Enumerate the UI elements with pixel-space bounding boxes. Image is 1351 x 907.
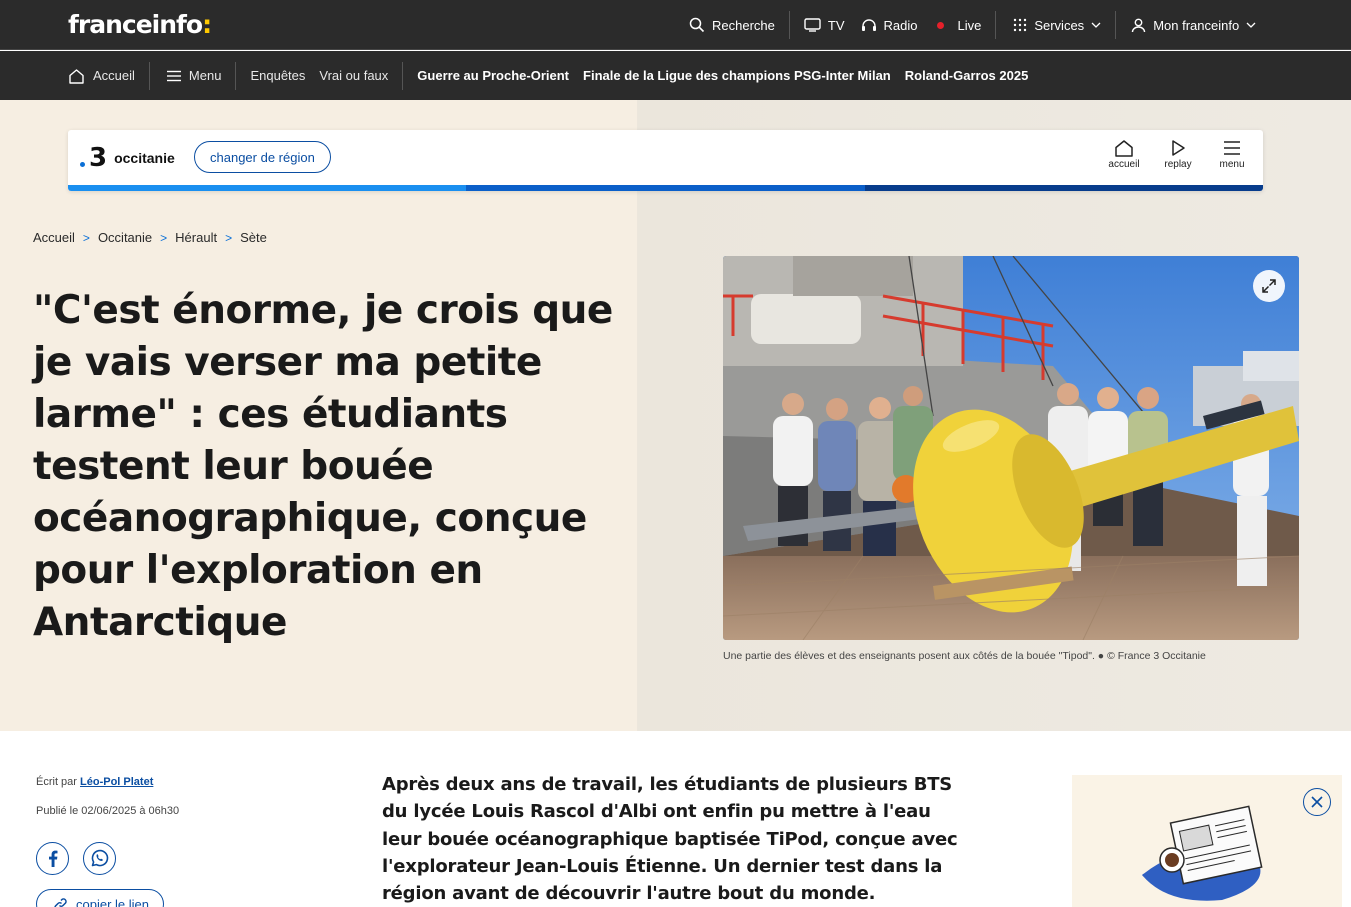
breadcrumb-item[interactable]: Occitanie	[98, 230, 152, 245]
newsletter-promo[interactable]	[1072, 775, 1342, 907]
chevron-right-icon: >	[82, 230, 90, 245]
photo-caption: Une partie des élèves et des enseignants…	[723, 650, 1206, 662]
facebook-share-button[interactable]	[36, 842, 69, 875]
region-home-button[interactable]: accueil	[1107, 139, 1141, 170]
region-actions: accueil replay menu	[1107, 139, 1249, 170]
chevron-right-icon: >	[225, 230, 233, 245]
franceinfo-logo[interactable]: franceinfo:	[68, 10, 212, 39]
home-icon	[1115, 140, 1133, 157]
fact-check-link[interactable]: Vrai ou faux	[312, 68, 402, 83]
region-home-label: accueil	[1108, 159, 1140, 170]
whatsapp-share-button[interactable]	[83, 842, 116, 875]
breadcrumb-item[interactable]: Accueil	[33, 230, 75, 245]
close-icon	[1311, 796, 1323, 808]
written-by-label: Écrit par	[36, 776, 77, 788]
search-button[interactable]: Recherche	[675, 11, 789, 39]
grid-icon	[1014, 18, 1027, 32]
region-menu-label: menu	[1219, 159, 1245, 170]
article-photo[interactable]	[723, 256, 1299, 640]
top-nav: Recherche TV Radio Live Services Mon fra…	[675, 0, 1270, 50]
live-link[interactable]: Live	[925, 11, 995, 39]
copy-link-button[interactable]: copier le lien	[36, 889, 164, 907]
menu-label: Menu	[188, 68, 222, 83]
whatsapp-icon	[91, 849, 109, 867]
breadcrumb-item[interactable]: Sète	[240, 230, 267, 245]
live-dot-icon	[937, 21, 945, 29]
expand-photo-button[interactable]	[1253, 270, 1285, 302]
article-hero: 3 occitanie changer de région accueil re…	[0, 100, 1351, 731]
radio-link[interactable]: Radio	[853, 11, 926, 39]
replay-button[interactable]: replay	[1161, 139, 1195, 170]
share-buttons	[36, 842, 116, 875]
tv-icon	[804, 18, 821, 32]
newspaper-illustration	[1142, 805, 1263, 901]
top-header: franceinfo: Recherche TV Radio Live Serv…	[0, 0, 1351, 50]
tv-label: TV	[827, 17, 845, 33]
home-link[interactable]: Accueil	[0, 68, 149, 84]
publish-date: Publié le 02/06/2025 à 06h30	[36, 805, 180, 817]
channel-number: 3	[89, 143, 108, 173]
home-label: Accueil	[93, 68, 135, 83]
breadcrumb: Accueil > Occitanie > Hérault > Sète	[33, 230, 267, 245]
investigations-link[interactable]: Enquêtes	[236, 68, 312, 83]
topic-link[interactable]: Finale de la Ligue des champions PSG-Int…	[576, 68, 898, 83]
services-label: Services	[1034, 17, 1085, 33]
account-menu[interactable]: Mon franceinfo	[1116, 11, 1270, 39]
close-promo-button[interactable]	[1303, 788, 1331, 816]
photo-illustration	[723, 256, 1299, 640]
breadcrumb-item[interactable]: Hérault	[175, 230, 217, 245]
replay-label: replay	[1164, 159, 1192, 170]
search-icon	[689, 17, 705, 33]
article-title: "C'est énorme, je crois que je vais vers…	[33, 288, 613, 645]
change-region-button[interactable]: changer de région	[194, 141, 331, 173]
tv-link[interactable]: TV	[790, 11, 853, 39]
search-label: Recherche	[712, 17, 775, 33]
article-lead: Après deux ans de travail, les étudiants…	[382, 774, 958, 905]
logo-dot	[80, 161, 85, 167]
hamburger-icon	[166, 70, 181, 81]
copy-link-label: copier le lien	[76, 896, 149, 907]
hamburger-icon	[1224, 141, 1240, 155]
region-menu-button[interactable]: menu	[1215, 139, 1249, 170]
facebook-icon	[48, 850, 57, 867]
section-nav: Accueil Menu Enquêtes Vrai ou faux Guerr…	[0, 51, 1351, 100]
region-bar: 3 occitanie changer de région accueil re…	[68, 130, 1263, 191]
account-label: Mon franceinfo	[1153, 17, 1240, 33]
services-menu[interactable]: Services	[996, 11, 1115, 39]
chevron-right-icon: >	[160, 230, 168, 245]
link-icon	[54, 897, 67, 907]
user-icon	[1131, 18, 1146, 32]
expand-icon	[1262, 279, 1276, 293]
headphones-icon	[861, 19, 876, 31]
author-link[interactable]: Léo-Pol Platet	[80, 776, 153, 788]
byline: Écrit par Léo-Pol Platet	[36, 776, 153, 788]
topic-link[interactable]: Guerre au Proche-Orient	[403, 68, 576, 83]
topic-link[interactable]: Roland-Garros 2025	[898, 68, 1036, 83]
home-icon	[69, 68, 84, 84]
fact-check-label: Vrai ou faux	[319, 68, 389, 83]
live-label: Live	[957, 17, 982, 33]
chevron-down-icon	[1091, 22, 1101, 28]
investigations-label: Enquêtes	[250, 68, 306, 83]
radio-label: Radio	[883, 17, 918, 33]
menu-button[interactable]: Menu	[150, 68, 236, 83]
france3-occitanie-logo[interactable]: 3 occitanie	[80, 143, 175, 173]
play-icon	[1172, 140, 1185, 156]
region-color-stripe	[68, 185, 1263, 191]
region-name: occitanie	[114, 150, 175, 166]
chevron-down-icon	[1246, 22, 1256, 28]
